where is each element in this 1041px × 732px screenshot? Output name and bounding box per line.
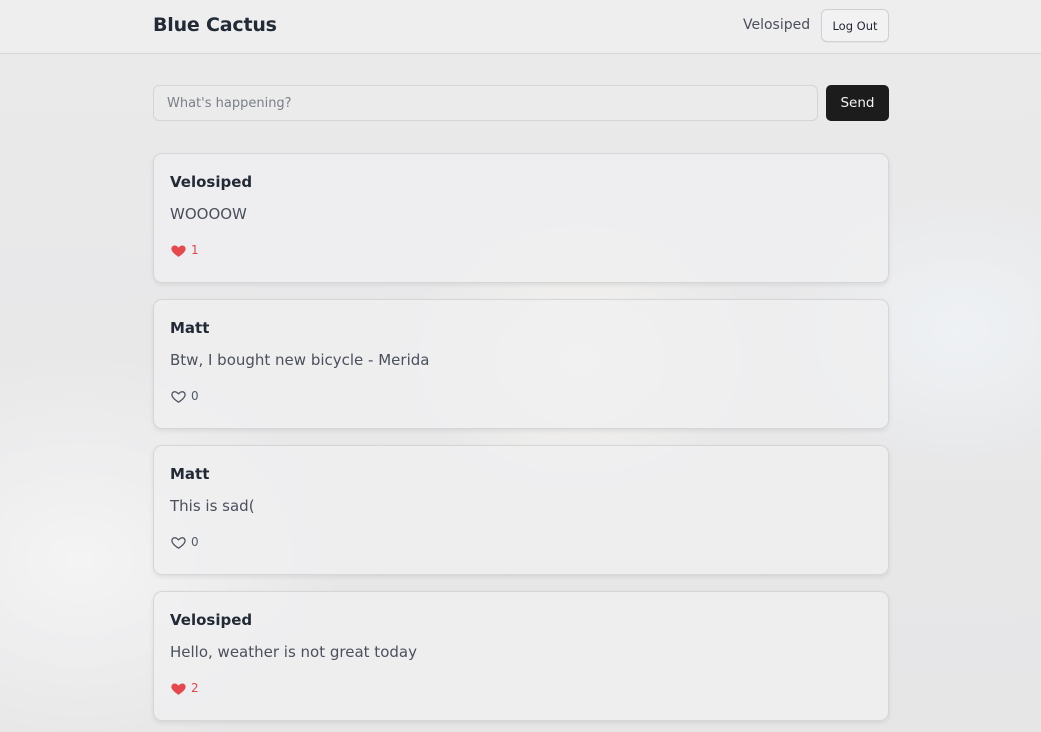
post-text: Btw, I bought new bicycle - Merida (170, 351, 430, 369)
post-author[interactable]: Matt (170, 465, 209, 483)
post-author[interactable]: Velosiped (170, 173, 252, 191)
post-text: WOOOOW (170, 205, 247, 223)
like-button[interactable]: 0 (170, 387, 199, 405)
post-author[interactable]: Matt (170, 319, 209, 337)
like-count: 2 (191, 681, 199, 695)
like-count: 0 (191, 535, 199, 549)
new-post-input[interactable] (153, 85, 818, 121)
like-button[interactable]: 2 (170, 679, 199, 697)
like-button[interactable]: 0 (170, 533, 199, 551)
heart-outline-icon (171, 390, 186, 403)
post-text: Hello, weather is not great today (170, 643, 417, 661)
post-card: Matt This is sad( 0 (153, 445, 889, 575)
post-author[interactable]: Velosiped (170, 611, 252, 629)
like-button[interactable]: 1 (170, 241, 199, 259)
heart-filled-icon (171, 245, 186, 257)
current-username[interactable]: Velosiped (743, 17, 810, 33)
post-text: This is sad( (170, 497, 255, 515)
heart-filled-icon (171, 683, 186, 695)
send-button[interactable]: Send (826, 85, 889, 121)
post-card: Velosiped WOOOOW 1 (153, 153, 889, 283)
post-card: Matt Btw, I bought new bicycle - Merida … (153, 299, 889, 429)
post-card: Velosiped Hello, weather is not great to… (153, 591, 889, 721)
app-brand[interactable]: Blue Cactus (153, 14, 277, 36)
like-count: 1 (191, 243, 199, 257)
logout-button[interactable]: Log Out (821, 9, 889, 42)
like-count: 0 (191, 389, 199, 403)
heart-outline-icon (171, 536, 186, 549)
top-navbar: Blue Cactus Velosiped Log Out (0, 0, 1041, 54)
